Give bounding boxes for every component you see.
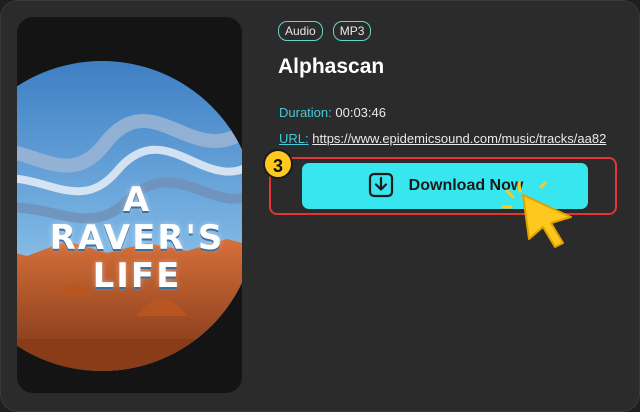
duration-value: 00:03:46 xyxy=(335,105,386,120)
track-title: Alphascan xyxy=(278,55,385,78)
url-link[interactable]: https://www.epidemicsound.com/music/trac… xyxy=(312,131,606,146)
url-label: URL: xyxy=(279,131,309,146)
cover-line-3: LIFE xyxy=(92,256,182,296)
cover-line-1: A xyxy=(122,180,152,220)
tag-audio: Audio xyxy=(278,21,323,41)
cover-title: A RAVER'S LIFE xyxy=(17,181,242,295)
cover-line-2: RAVER'S xyxy=(49,218,225,258)
album-cover-panel: A RAVER'S LIFE xyxy=(17,17,242,393)
tag-mp3: MP3 xyxy=(332,21,372,41)
step-badge: 3 xyxy=(263,149,293,179)
duration-row: Duration: 00:03:46 xyxy=(279,105,386,120)
url-row: URL: https://www.epidemicsound.com/music… xyxy=(279,131,606,146)
album-cover-art: A RAVER'S LIFE xyxy=(17,61,242,371)
pointer-cursor-icon xyxy=(501,181,581,256)
format-tags: Audio MP3 xyxy=(278,21,372,41)
download-icon xyxy=(367,171,395,202)
track-card: A RAVER'S LIFE Audio MP3 Alphascan Durat… xyxy=(0,0,640,412)
duration-label: Duration: xyxy=(279,105,332,120)
